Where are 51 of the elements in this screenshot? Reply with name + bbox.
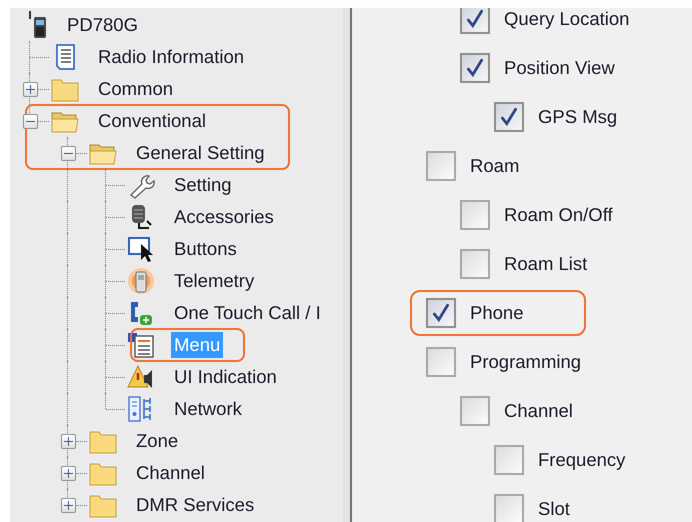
tree-item[interactable]: Accessories <box>171 204 277 230</box>
tree-item[interactable]: Telemetry <box>171 268 258 294</box>
option-label: Roam List <box>504 252 588 274</box>
option-label: Position View <box>504 56 615 78</box>
tree-item[interactable]: Conventional <box>95 108 209 134</box>
expand-toggle[interactable] <box>60 498 76 512</box>
checkbox[interactable] <box>426 298 456 328</box>
tree-item[interactable]: Buttons <box>171 236 240 262</box>
tree-item[interactable]: One Touch Call / I <box>171 300 324 326</box>
tree-item[interactable]: General Setting <box>133 140 268 166</box>
checkbox[interactable] <box>460 52 490 82</box>
tree-item[interactable]: PD780G <box>64 12 141 38</box>
expand-toggle[interactable] <box>60 466 76 480</box>
collapse-toggle[interactable] <box>22 114 38 128</box>
checkbox[interactable] <box>460 8 490 34</box>
option-label: Frequency <box>538 448 626 470</box>
splitter[interactable] <box>343 8 352 522</box>
checkbox[interactable] <box>426 150 456 180</box>
checkbox[interactable] <box>494 102 524 132</box>
option-label: Phone <box>470 302 524 324</box>
option-label: Roam On/Off <box>504 204 613 226</box>
checkmark-icon <box>464 56 486 78</box>
checkbox[interactable] <box>494 494 524 522</box>
tree-item[interactable]: Radio Information <box>95 44 248 70</box>
option-label: Query Location <box>504 8 630 30</box>
collapse-toggle[interactable] <box>60 146 76 160</box>
option-label: Channel <box>504 400 573 422</box>
checkbox[interactable] <box>426 346 456 376</box>
cursor-icon <box>127 235 155 263</box>
menu-list-icon <box>127 331 155 359</box>
tree-item[interactable]: Common <box>95 76 176 102</box>
tree-item[interactable]: Setting <box>171 172 235 198</box>
tree-item[interactable]: UI Indication <box>171 364 280 390</box>
expand-toggle[interactable] <box>22 82 38 96</box>
checkmark-icon <box>430 302 452 324</box>
option-label: Programming <box>470 350 582 372</box>
expand-toggle[interactable] <box>60 434 76 448</box>
checkbox[interactable] <box>460 396 490 426</box>
tree-item[interactable]: DMR Services <box>133 492 258 518</box>
checkmark-icon <box>464 8 486 30</box>
tree-item[interactable]: Zone <box>133 428 182 454</box>
checkbox[interactable] <box>460 248 490 278</box>
tree-item[interactable]: Channel <box>133 460 208 486</box>
option-label: Slot <box>538 498 570 520</box>
checkmark-icon <box>498 106 520 128</box>
option-label: GPS Msg <box>538 106 618 128</box>
tree-item[interactable]: Network <box>171 396 245 422</box>
checkbox[interactable] <box>460 200 490 230</box>
phone-signal-icon <box>127 267 155 295</box>
option-label: Roam <box>470 154 520 176</box>
checkbox[interactable] <box>494 444 524 474</box>
